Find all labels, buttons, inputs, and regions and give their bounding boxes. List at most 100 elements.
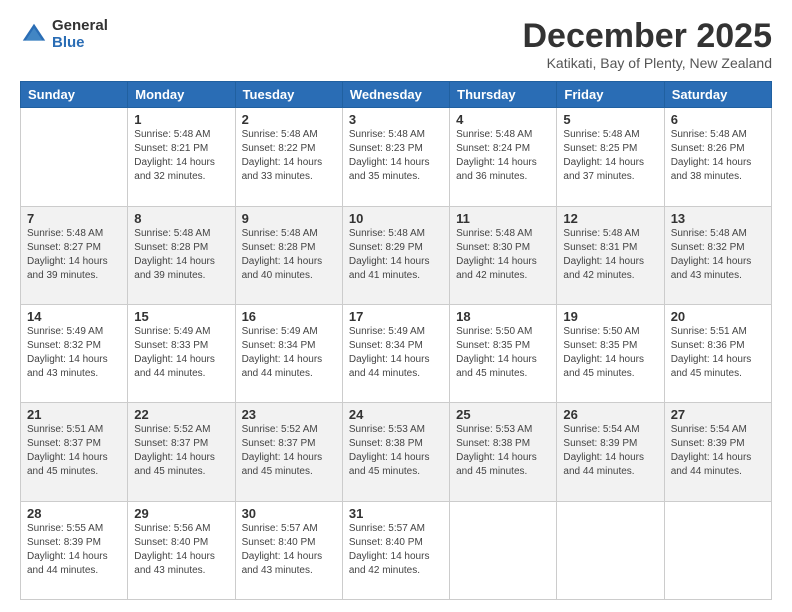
calendar-day-cell: 19Sunrise: 5:50 AM Sunset: 8:35 PM Dayli…: [557, 305, 664, 403]
calendar-day-cell: 25Sunrise: 5:53 AM Sunset: 8:38 PM Dayli…: [450, 403, 557, 501]
location-subtitle: Katikati, Bay of Plenty, New Zealand: [522, 55, 772, 71]
calendar-day-cell: 22Sunrise: 5:52 AM Sunset: 8:37 PM Dayli…: [128, 403, 235, 501]
calendar-week-row: 28Sunrise: 5:55 AM Sunset: 8:39 PM Dayli…: [21, 501, 772, 599]
day-sun-info: Sunrise: 5:54 AM Sunset: 8:39 PM Dayligh…: [563, 423, 657, 479]
calendar-day-cell: [557, 501, 664, 599]
day-sun-info: Sunrise: 5:48 AM Sunset: 8:21 PM Dayligh…: [134, 128, 228, 184]
day-sun-info: Sunrise: 5:50 AM Sunset: 8:35 PM Dayligh…: [456, 325, 550, 381]
day-of-week-header: Sunday: [21, 82, 128, 108]
calendar-table: SundayMondayTuesdayWednesdayThursdayFrid…: [20, 81, 772, 600]
day-of-week-header: Saturday: [664, 82, 771, 108]
day-sun-info: Sunrise: 5:53 AM Sunset: 8:38 PM Dayligh…: [456, 423, 550, 479]
page: General Blue December 2025 Katikati, Bay…: [0, 0, 792, 612]
day-number: 29: [134, 506, 228, 521]
day-sun-info: Sunrise: 5:48 AM Sunset: 8:24 PM Dayligh…: [456, 128, 550, 184]
calendar-day-cell: 10Sunrise: 5:48 AM Sunset: 8:29 PM Dayli…: [342, 206, 449, 304]
day-sun-info: Sunrise: 5:53 AM Sunset: 8:38 PM Dayligh…: [349, 423, 443, 479]
calendar-day-cell: 8Sunrise: 5:48 AM Sunset: 8:28 PM Daylig…: [128, 206, 235, 304]
calendar-day-cell: [450, 501, 557, 599]
calendar-day-cell: 7Sunrise: 5:48 AM Sunset: 8:27 PM Daylig…: [21, 206, 128, 304]
calendar-day-cell: 3Sunrise: 5:48 AM Sunset: 8:23 PM Daylig…: [342, 108, 449, 206]
calendar-day-cell: 17Sunrise: 5:49 AM Sunset: 8:34 PM Dayli…: [342, 305, 449, 403]
day-sun-info: Sunrise: 5:48 AM Sunset: 8:25 PM Dayligh…: [563, 128, 657, 184]
day-number: 30: [242, 506, 336, 521]
calendar-day-cell: [21, 108, 128, 206]
day-sun-info: Sunrise: 5:48 AM Sunset: 8:28 PM Dayligh…: [242, 227, 336, 283]
day-number: 1: [134, 112, 228, 127]
calendar-day-cell: 31Sunrise: 5:57 AM Sunset: 8:40 PM Dayli…: [342, 501, 449, 599]
day-number: 3: [349, 112, 443, 127]
calendar-day-cell: 11Sunrise: 5:48 AM Sunset: 8:30 PM Dayli…: [450, 206, 557, 304]
calendar-day-cell: 30Sunrise: 5:57 AM Sunset: 8:40 PM Dayli…: [235, 501, 342, 599]
calendar-day-cell: 9Sunrise: 5:48 AM Sunset: 8:28 PM Daylig…: [235, 206, 342, 304]
calendar-week-row: 7Sunrise: 5:48 AM Sunset: 8:27 PM Daylig…: [21, 206, 772, 304]
calendar-day-cell: 29Sunrise: 5:56 AM Sunset: 8:40 PM Dayli…: [128, 501, 235, 599]
calendar-day-cell: 24Sunrise: 5:53 AM Sunset: 8:38 PM Dayli…: [342, 403, 449, 501]
day-sun-info: Sunrise: 5:56 AM Sunset: 8:40 PM Dayligh…: [134, 522, 228, 578]
calendar-day-cell: 5Sunrise: 5:48 AM Sunset: 8:25 PM Daylig…: [557, 108, 664, 206]
calendar-day-cell: 21Sunrise: 5:51 AM Sunset: 8:37 PM Dayli…: [21, 403, 128, 501]
title-section: December 2025 Katikati, Bay of Plenty, N…: [522, 18, 772, 71]
calendar-day-cell: 23Sunrise: 5:52 AM Sunset: 8:37 PM Dayli…: [235, 403, 342, 501]
day-sun-info: Sunrise: 5:51 AM Sunset: 8:36 PM Dayligh…: [671, 325, 765, 381]
day-of-week-header: Monday: [128, 82, 235, 108]
logo: General Blue: [20, 18, 108, 51]
day-sun-info: Sunrise: 5:50 AM Sunset: 8:35 PM Dayligh…: [563, 325, 657, 381]
day-sun-info: Sunrise: 5:49 AM Sunset: 8:32 PM Dayligh…: [27, 325, 121, 381]
header-row: SundayMondayTuesdayWednesdayThursdayFrid…: [21, 82, 772, 108]
calendar-day-cell: 20Sunrise: 5:51 AM Sunset: 8:36 PM Dayli…: [664, 305, 771, 403]
day-sun-info: Sunrise: 5:48 AM Sunset: 8:28 PM Dayligh…: [134, 227, 228, 283]
day-number: 31: [349, 506, 443, 521]
day-sun-info: Sunrise: 5:57 AM Sunset: 8:40 PM Dayligh…: [349, 522, 443, 578]
day-number: 28: [27, 506, 121, 521]
calendar-header: SundayMondayTuesdayWednesdayThursdayFrid…: [21, 82, 772, 108]
day-number: 11: [456, 211, 550, 226]
calendar-day-cell: 26Sunrise: 5:54 AM Sunset: 8:39 PM Dayli…: [557, 403, 664, 501]
day-number: 14: [27, 309, 121, 324]
day-sun-info: Sunrise: 5:48 AM Sunset: 8:29 PM Dayligh…: [349, 227, 443, 283]
calendar-day-cell: 6Sunrise: 5:48 AM Sunset: 8:26 PM Daylig…: [664, 108, 771, 206]
day-sun-info: Sunrise: 5:48 AM Sunset: 8:32 PM Dayligh…: [671, 227, 765, 283]
day-number: 15: [134, 309, 228, 324]
day-of-week-header: Wednesday: [342, 82, 449, 108]
day-sun-info: Sunrise: 5:49 AM Sunset: 8:33 PM Dayligh…: [134, 325, 228, 381]
day-of-week-header: Thursday: [450, 82, 557, 108]
day-sun-info: Sunrise: 5:52 AM Sunset: 8:37 PM Dayligh…: [134, 423, 228, 479]
logo-text: General Blue: [52, 18, 108, 51]
calendar-day-cell: 14Sunrise: 5:49 AM Sunset: 8:32 PM Dayli…: [21, 305, 128, 403]
day-sun-info: Sunrise: 5:57 AM Sunset: 8:40 PM Dayligh…: [242, 522, 336, 578]
day-number: 17: [349, 309, 443, 324]
day-number: 7: [27, 211, 121, 226]
day-number: 23: [242, 407, 336, 422]
day-number: 18: [456, 309, 550, 324]
calendar-body: 1Sunrise: 5:48 AM Sunset: 8:21 PM Daylig…: [21, 108, 772, 600]
calendar-day-cell: 27Sunrise: 5:54 AM Sunset: 8:39 PM Dayli…: [664, 403, 771, 501]
day-sun-info: Sunrise: 5:48 AM Sunset: 8:22 PM Dayligh…: [242, 128, 336, 184]
calendar-day-cell: 4Sunrise: 5:48 AM Sunset: 8:24 PM Daylig…: [450, 108, 557, 206]
day-number: 13: [671, 211, 765, 226]
header: General Blue December 2025 Katikati, Bay…: [20, 18, 772, 71]
day-number: 6: [671, 112, 765, 127]
day-number: 10: [349, 211, 443, 226]
day-sun-info: Sunrise: 5:49 AM Sunset: 8:34 PM Dayligh…: [349, 325, 443, 381]
month-title: December 2025: [522, 18, 772, 55]
day-number: 22: [134, 407, 228, 422]
day-number: 4: [456, 112, 550, 127]
day-sun-info: Sunrise: 5:55 AM Sunset: 8:39 PM Dayligh…: [27, 522, 121, 578]
calendar-week-row: 14Sunrise: 5:49 AM Sunset: 8:32 PM Dayli…: [21, 305, 772, 403]
day-number: 16: [242, 309, 336, 324]
day-number: 27: [671, 407, 765, 422]
calendar-day-cell: 1Sunrise: 5:48 AM Sunset: 8:21 PM Daylig…: [128, 108, 235, 206]
day-number: 9: [242, 211, 336, 226]
day-number: 21: [27, 407, 121, 422]
calendar-day-cell: 28Sunrise: 5:55 AM Sunset: 8:39 PM Dayli…: [21, 501, 128, 599]
calendar-day-cell: 18Sunrise: 5:50 AM Sunset: 8:35 PM Dayli…: [450, 305, 557, 403]
day-sun-info: Sunrise: 5:51 AM Sunset: 8:37 PM Dayligh…: [27, 423, 121, 479]
day-number: 12: [563, 211, 657, 226]
calendar-week-row: 21Sunrise: 5:51 AM Sunset: 8:37 PM Dayli…: [21, 403, 772, 501]
day-sun-info: Sunrise: 5:48 AM Sunset: 8:26 PM Dayligh…: [671, 128, 765, 184]
day-number: 19: [563, 309, 657, 324]
day-sun-info: Sunrise: 5:48 AM Sunset: 8:30 PM Dayligh…: [456, 227, 550, 283]
day-of-week-header: Friday: [557, 82, 664, 108]
calendar-day-cell: 2Sunrise: 5:48 AM Sunset: 8:22 PM Daylig…: [235, 108, 342, 206]
